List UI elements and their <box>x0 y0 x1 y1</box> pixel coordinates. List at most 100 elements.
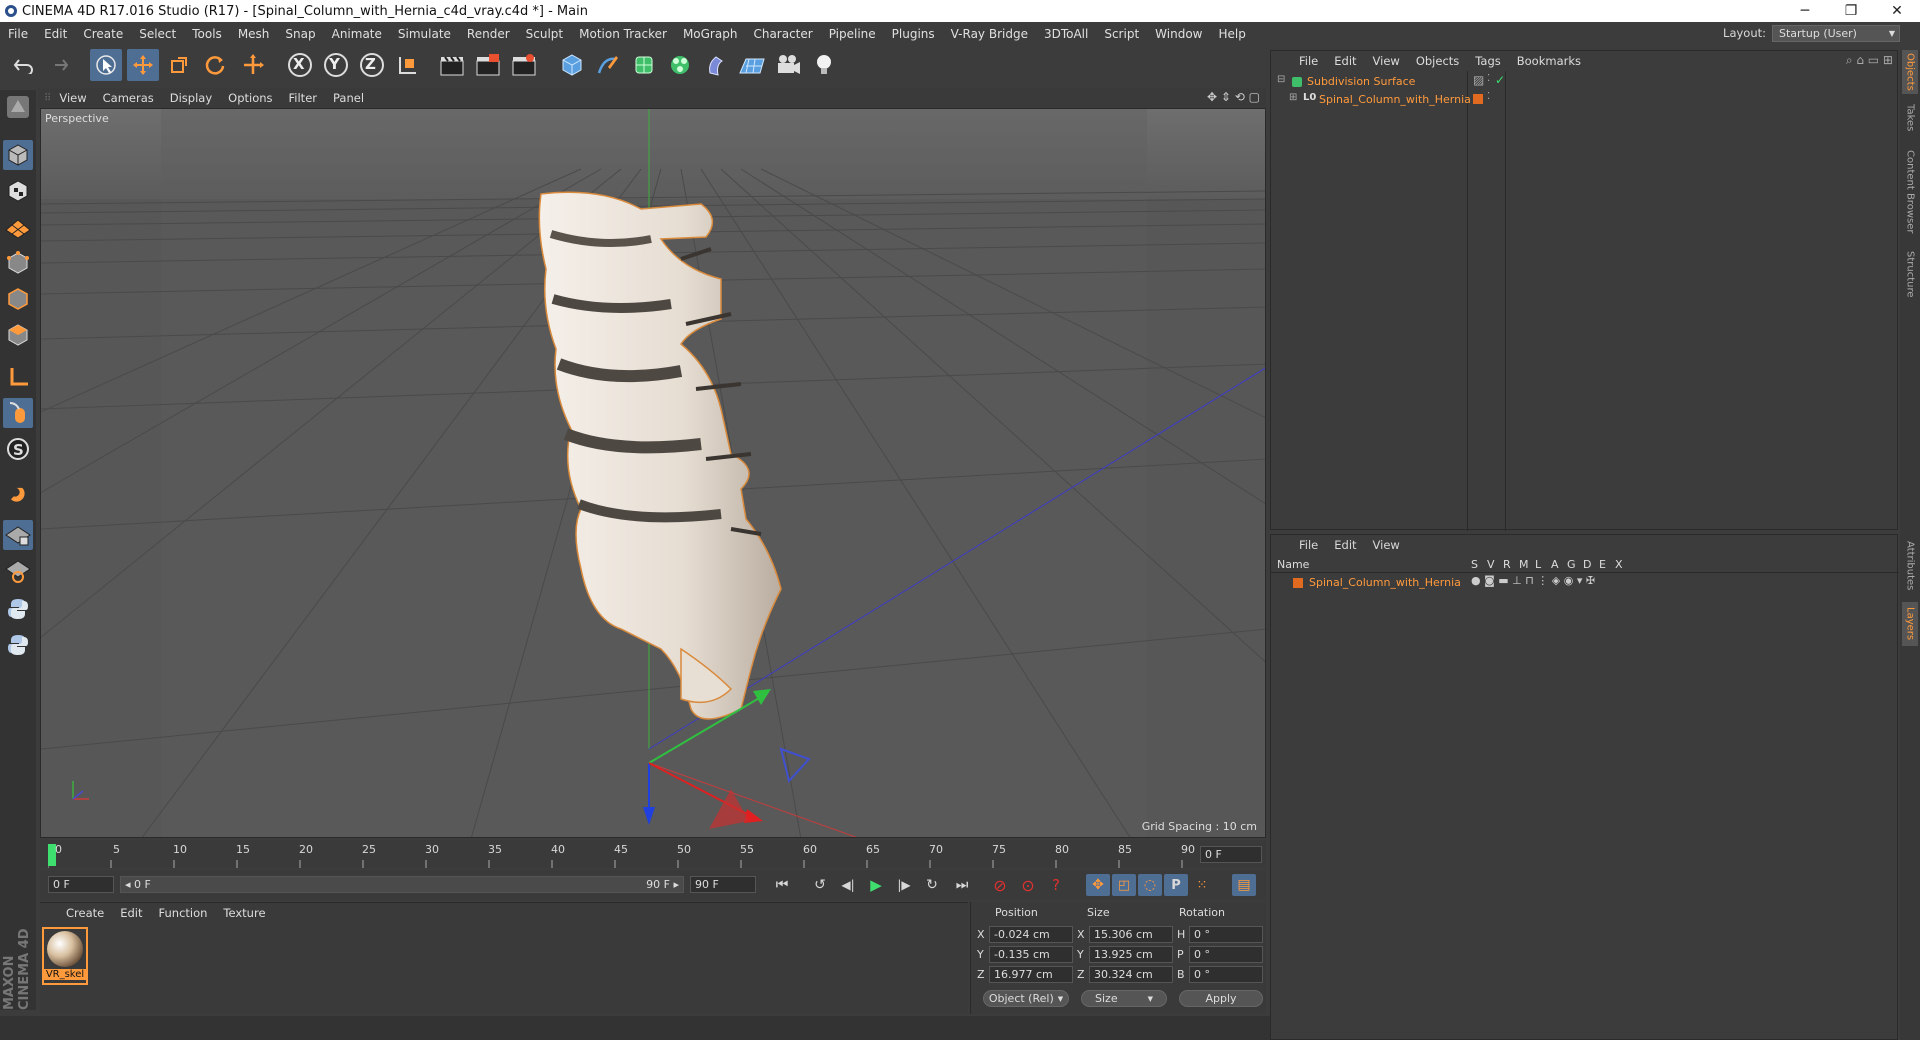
tweak-mode-button[interactable] <box>3 398 33 428</box>
3d-viewport[interactable]: Perspective Grid Spacing : 10 cm <box>40 108 1266 838</box>
menu-simulate[interactable]: Simulate <box>390 27 459 41</box>
menu-render[interactable]: Render <box>459 27 518 41</box>
scale-tool-button[interactable] <box>163 49 195 81</box>
menu-3dtoall[interactable]: 3DToAll <box>1036 27 1096 41</box>
autokey-button[interactable]: ⊙ <box>1016 874 1040 896</box>
render-view-button[interactable] <box>436 49 468 81</box>
end-frame-field[interactable]: 90 F <box>690 876 756 893</box>
key-pla-button[interactable]: ⁙ <box>1190 874 1214 896</box>
object-menu-objects[interactable]: Objects <box>1408 54 1467 68</box>
current-frame-field[interactable]: 0 F <box>1200 846 1262 863</box>
object-menu-view[interactable]: View <box>1365 54 1408 68</box>
add-light-button[interactable] <box>808 49 840 81</box>
menu-mograph[interactable]: MoGraph <box>675 27 746 41</box>
expand-icon[interactable]: ⊞ <box>1289 92 1297 103</box>
viewport-menu-options[interactable]: Options <box>220 91 280 105</box>
menu-tools[interactable]: Tools <box>184 27 230 41</box>
snap-button[interactable]: S <box>3 434 33 464</box>
menu-edit[interactable]: Edit <box>36 27 75 41</box>
key-parameter-button[interactable]: P <box>1164 874 1188 896</box>
timeline-ruler[interactable]: 0 5 10 15 20 25 30 35 40 45 50 55 60 65 … <box>40 840 1266 868</box>
restore-button[interactable]: ❐ <box>1828 0 1874 22</box>
start-frame-field[interactable]: 0 F <box>48 876 114 893</box>
layer-color-tag[interactable] <box>1473 94 1483 104</box>
lock-workplane-button[interactable] <box>3 520 33 550</box>
object-menu-bookmarks[interactable]: Bookmarks <box>1509 54 1589 68</box>
menu-character[interactable]: Character <box>745 27 820 41</box>
go-to-end-button[interactable]: ⏭ <box>950 874 974 896</box>
menu-help[interactable]: Help <box>1210 27 1253 41</box>
z-axis-lock-button[interactable]: Z <box>356 49 388 81</box>
material-menu-texture[interactable]: Texture <box>215 906 273 920</box>
model-mode-button[interactable] <box>3 140 33 170</box>
size-z-field[interactable]: 30.324 cm <box>1089 966 1173 983</box>
coordinate-mode-dropdown[interactable]: Object (Rel) ▼ <box>983 990 1069 1007</box>
material-menu-create[interactable]: Create <box>58 906 112 920</box>
menu-animate[interactable]: Animate <box>324 27 390 41</box>
menu-pipeline[interactable]: Pipeline <box>821 27 884 41</box>
add-deformer-button[interactable] <box>700 49 732 81</box>
tab-content-browser[interactable]: Content Browser <box>1902 142 1918 242</box>
timeline-window-button[interactable]: ▤ <box>1232 874 1256 896</box>
size-x-field[interactable]: 15.306 cm <box>1089 926 1173 943</box>
viewport-menu-cameras[interactable]: Cameras <box>95 91 162 105</box>
size-y-field[interactable]: 13.925 cm <box>1089 946 1173 963</box>
render-picture-viewer-button[interactable] <box>472 49 504 81</box>
add-cloner-button[interactable] <box>664 49 696 81</box>
python-script-button[interactable] <box>3 594 33 624</box>
menu-mesh[interactable]: Mesh <box>230 27 278 41</box>
rotate-tool-button[interactable] <box>199 49 231 81</box>
x-axis-lock-button[interactable]: X <box>284 49 316 81</box>
record-keys-button[interactable]: ⊘ <box>988 874 1012 896</box>
render-toggle-icon[interactable]: ▨ <box>1473 73 1484 87</box>
next-key-button[interactable]: ↻ <box>920 874 944 896</box>
frame-range-slider[interactable]: ◂ 0 F 90 F ▸ <box>120 876 684 893</box>
magnet-tool-button[interactable] <box>3 480 33 510</box>
next-frame-button[interactable]: |▶ <box>892 874 916 896</box>
keyframe-selection-button[interactable]: ? <box>1044 874 1068 896</box>
layer-menu-edit[interactable]: Edit <box>1326 538 1364 552</box>
viewport-menu-display[interactable]: Display <box>162 91 220 105</box>
object-row-spinal-column[interactable]: ⊞ L0 Spinal_Column_with_Hernia ⁚ <box>1275 91 1895 109</box>
edit-render-settings-button[interactable] <box>508 49 540 81</box>
menu-vray-bridge[interactable]: V-Ray Bridge <box>943 27 1036 41</box>
add-subdivision-surface-button[interactable] <box>628 49 660 81</box>
viewport-nav-icons[interactable]: ✥ ⇕ ⟲ ▢ <box>1207 90 1260 104</box>
object-panel-tools-icons[interactable]: ⌕ ⌂ ▭ ⊞ <box>1846 53 1893 68</box>
previous-frame-button[interactable]: ◀| <box>836 874 860 896</box>
add-camera-button[interactable] <box>772 49 804 81</box>
visibility-dots-icon[interactable]: ⁚ <box>1487 73 1490 84</box>
coordinate-system-button[interactable] <box>392 49 424 81</box>
rotation-b-field[interactable]: 0 ° <box>1189 966 1263 983</box>
rotation-h-field[interactable]: 0 ° <box>1189 926 1263 943</box>
edges-mode-button[interactable] <box>3 284 33 314</box>
size-mode-dropdown[interactable]: Size ▼ <box>1081 990 1167 1007</box>
key-scale-button[interactable]: ◰ <box>1112 874 1136 896</box>
visibility-dots-icon[interactable]: ⁚ <box>1487 91 1490 102</box>
previous-key-button[interactable]: ↺ <box>808 874 832 896</box>
position-z-field[interactable]: 16.977 cm <box>989 966 1073 983</box>
menu-motion-tracker[interactable]: Motion Tracker <box>571 27 675 41</box>
object-menu-edit[interactable]: Edit <box>1326 54 1364 68</box>
tab-takes[interactable]: Takes <box>1902 100 1918 136</box>
transform-tool-button[interactable] <box>237 49 269 81</box>
minimize-button[interactable]: ─ <box>1782 0 1828 22</box>
move-tool-button[interactable] <box>127 49 159 81</box>
python-script-2-button[interactable] <box>3 630 33 660</box>
layout-dropdown[interactable]: Startup (User) ▼ <box>1772 24 1900 42</box>
tab-objects[interactable]: Objects <box>1902 50 1918 94</box>
rotation-p-field[interactable]: 0 ° <box>1189 946 1263 963</box>
object-menu-tags[interactable]: Tags <box>1467 54 1508 68</box>
workplane-mode-button[interactable] <box>3 212 33 242</box>
undo-button[interactable] <box>8 49 40 81</box>
layer-flag-icons[interactable]: ● ◙ ▬ ⊥ ⊓ ⋮ ◈ ◉ ▾ ✠ <box>1471 574 1595 587</box>
y-axis-lock-button[interactable]: Y <box>320 49 352 81</box>
workplane-rotate-button[interactable] <box>3 556 33 586</box>
add-cube-button[interactable] <box>556 49 588 81</box>
menu-create[interactable]: Create <box>75 27 131 41</box>
add-floor-button[interactable] <box>736 49 768 81</box>
key-rotation-button[interactable]: ◌ <box>1138 874 1162 896</box>
menu-sculpt[interactable]: Sculpt <box>518 27 571 41</box>
material-menu-function[interactable]: Function <box>151 906 216 920</box>
enabled-check-icon[interactable]: ✓ <box>1495 73 1505 87</box>
